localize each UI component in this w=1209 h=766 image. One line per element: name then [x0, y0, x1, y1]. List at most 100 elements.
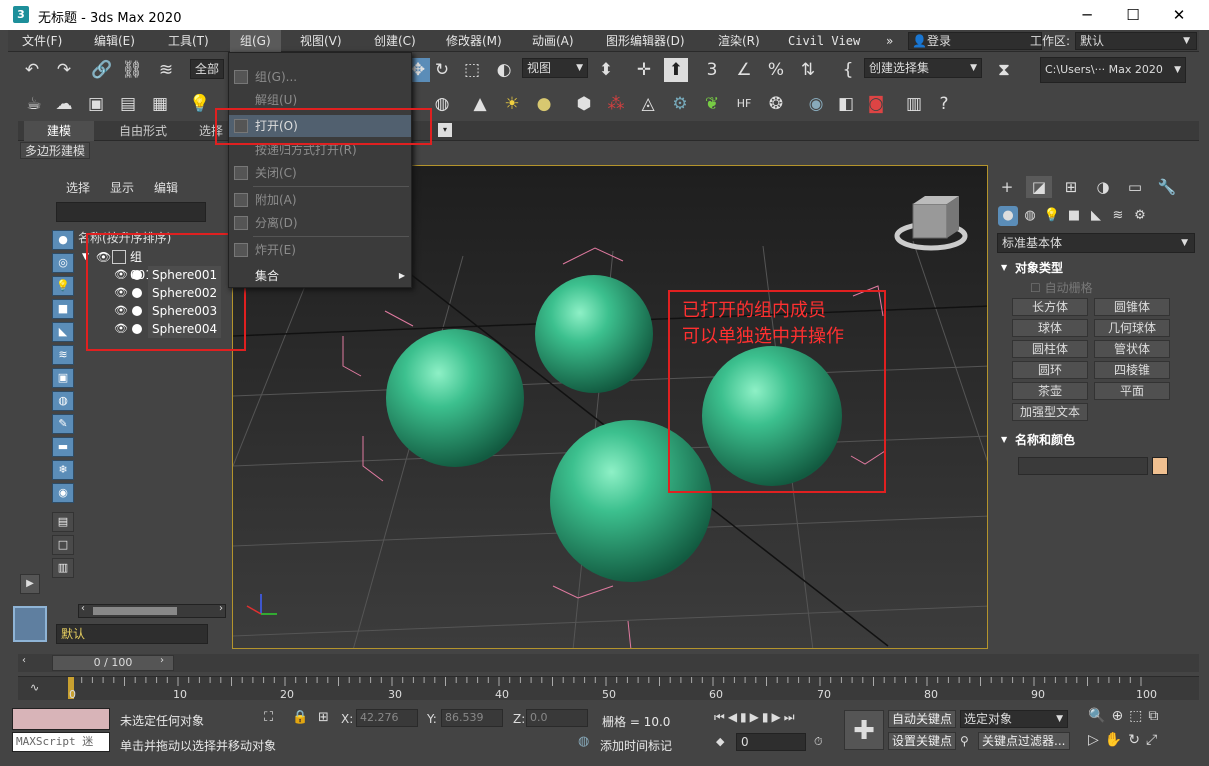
zoom-all-icon[interactable]: ⊕: [1111, 708, 1129, 724]
layers-icon[interactable]: ▤: [116, 92, 140, 116]
ref-coord-select[interactable]: 视图 ▼: [522, 58, 588, 78]
geosphere-button[interactable]: 几何球体: [1094, 319, 1170, 337]
viewcube-icon[interactable]: [894, 196, 968, 251]
teapot-button[interactable]: 茶壶: [1012, 382, 1088, 400]
maximize-button[interactable]: ☐: [1110, 0, 1156, 30]
maxscript-input[interactable]: MAXScript 迷: [12, 732, 110, 752]
scene-explorer-icon[interactable]: ▦: [148, 92, 172, 116]
filter-lights-icon[interactable]: 💡: [52, 276, 74, 296]
time-slider-thumb[interactable]: 0 / 100: [52, 655, 174, 671]
hair-fur-icon[interactable]: HF: [732, 92, 756, 116]
bind-space-warp-icon[interactable]: ≋: [154, 58, 178, 82]
orbit-icon[interactable]: ↻: [1128, 732, 1146, 748]
cloud-icon[interactable]: ☁: [52, 92, 76, 116]
undo-icon[interactable]: ↶: [20, 58, 44, 82]
fov-icon[interactable]: ▷: [1088, 732, 1105, 748]
angle-snap-icon[interactable]: ∠: [732, 58, 756, 82]
add-time-tag[interactable]: 添加时间标记: [600, 737, 672, 754]
key-filter-icon[interactable]: ⚲: [960, 734, 969, 748]
login-field[interactable]: 👤 登录: [908, 32, 1042, 50]
snaps-3d-icon[interactable]: 3: [700, 58, 724, 82]
goto-start-icon[interactable]: ⏮: [714, 710, 728, 724]
object-color-swatch[interactable]: [1152, 457, 1168, 475]
render-setup-icon[interactable]: ◙: [864, 92, 888, 116]
link-icon[interactable]: 🔗: [90, 58, 114, 82]
menu-rendering[interactable]: 渲染(R): [718, 30, 760, 52]
filter-helpers-icon[interactable]: ◣: [52, 322, 74, 342]
spacewarps-icon[interactable]: ≋: [1108, 206, 1128, 226]
material-ball-icon[interactable]: ◉: [804, 92, 828, 116]
z-coord-field[interactable]: 0.0: [526, 709, 588, 727]
rollout-object-type[interactable]: 对象类型: [997, 258, 1195, 278]
time-config-icon[interactable]: ⏱: [814, 735, 823, 749]
grid-object-icon[interactable]: ⬢: [572, 92, 596, 116]
display-none-icon[interactable]: □: [52, 535, 74, 555]
expand-arrow-icon[interactable]: ▶: [20, 574, 40, 594]
play-icon[interactable]: ▶: [750, 710, 762, 724]
menu-create[interactable]: 创建(C): [374, 30, 416, 52]
sphere-model[interactable]: [386, 329, 524, 467]
menu-item-detach[interactable]: 分离(D): [229, 212, 411, 234]
menu-file[interactable]: 文件(F): [22, 30, 62, 52]
set-key-big-button[interactable]: ✚: [844, 710, 884, 750]
frame-spinner[interactable]: 0: [736, 733, 806, 751]
rotate-icon[interactable]: ↻: [430, 58, 454, 82]
torus-button[interactable]: 圆环: [1012, 361, 1088, 379]
shapes-icon[interactable]: ◍: [1020, 206, 1040, 226]
zoom-icon[interactable]: 🔍: [1088, 708, 1111, 724]
primitive-category-select[interactable]: 标准基本体 ▼: [997, 233, 1195, 253]
cloth-icon[interactable]: ❂: [764, 92, 788, 116]
playback-controls[interactable]: ⏮◀▮▶▮▶⏭: [714, 710, 798, 725]
filter-shapes-icon[interactable]: ◎: [52, 253, 74, 273]
modify-tab-icon[interactable]: ◪: [1026, 176, 1052, 198]
ribbon-options-icon[interactable]: ▾: [438, 123, 452, 137]
x-coord-field[interactable]: 42.276: [356, 709, 418, 727]
select-manipulate-icon[interactable]: ✛: [632, 58, 656, 82]
zoom-extents-all-icon[interactable]: ⧉: [1148, 708, 1164, 724]
cameras-icon[interactable]: ■: [1064, 206, 1084, 226]
create-tab-icon[interactable]: +: [994, 176, 1020, 198]
lights-icon[interactable]: 💡: [1042, 206, 1062, 226]
explorer-tab-display[interactable]: 显示: [110, 179, 134, 196]
text-plus-button[interactable]: 加强型文本: [1012, 403, 1088, 421]
geometry-icon[interactable]: ●: [998, 206, 1018, 226]
camera-pyramid-icon[interactable]: ◬: [636, 92, 660, 116]
workspace-select[interactable]: 默认 ▼: [1075, 32, 1197, 50]
track-bar[interactable]: ∿ 0 10 20 30 40 50 60 70 80 90 100: [18, 676, 1199, 701]
menu-graph-editors[interactable]: 图形编辑器(D): [606, 30, 685, 52]
filter-bones-icon[interactable]: ✎: [52, 414, 74, 434]
edit-named-sel-icon[interactable]: {: [836, 58, 860, 82]
object-name-field[interactable]: [1018, 457, 1148, 475]
light-icon[interactable]: 💡: [188, 92, 212, 116]
teapot-icon[interactable]: ☕: [22, 92, 46, 116]
render-frame-icon[interactable]: ▣: [84, 92, 108, 116]
pan-icon[interactable]: ✋: [1105, 732, 1128, 748]
key-selection-set-select[interactable]: 选定对象 ▼: [960, 710, 1068, 728]
project-path-select[interactable]: C:\Users\··· Max 2020 ▼: [1040, 57, 1186, 83]
time-slider[interactable]: ‹ 0 / 100 ›: [18, 654, 1199, 672]
tab-modeling[interactable]: 建模: [24, 121, 94, 141]
chevron-left-icon[interactable]: ‹: [81, 603, 85, 614]
explorer-tab-select[interactable]: 选择: [66, 179, 90, 196]
scale-icon[interactable]: ⬚: [460, 58, 484, 82]
filter-spacewarps-icon[interactable]: ≋: [52, 345, 74, 365]
filter-containers-icon[interactable]: ▬: [52, 437, 74, 457]
filter-frozen-icon[interactable]: ❄: [52, 460, 74, 480]
menu-more[interactable]: »: [886, 30, 893, 52]
unlink-icon[interactable]: ⛓: [120, 58, 144, 82]
hierarchy-tab-icon[interactable]: ⊞: [1058, 176, 1084, 198]
key-mode-icon[interactable]: ◆: [716, 735, 724, 748]
cylinder-button[interactable]: 圆柱体: [1012, 340, 1088, 358]
close-button[interactable]: ✕: [1156, 0, 1202, 30]
material-editor-icon[interactable]: ◧: [834, 92, 858, 116]
cone-button[interactable]: 圆锥体: [1094, 298, 1170, 316]
menu-tools[interactable]: 工具(T): [168, 30, 209, 52]
chevron-right-icon[interactable]: ›: [160, 655, 164, 666]
key-filters-button[interactable]: 关键点过滤器...: [978, 732, 1070, 750]
sun-icon[interactable]: ☀: [500, 92, 524, 116]
auto-key-button[interactable]: 自动关键点: [888, 710, 957, 728]
display-all-icon[interactable]: ▤: [52, 512, 74, 532]
tube-button[interactable]: 管状体: [1094, 340, 1170, 358]
zoom-extents-icon[interactable]: ⬚: [1129, 708, 1148, 724]
gear-icon[interactable]: ⚙: [668, 92, 692, 116]
